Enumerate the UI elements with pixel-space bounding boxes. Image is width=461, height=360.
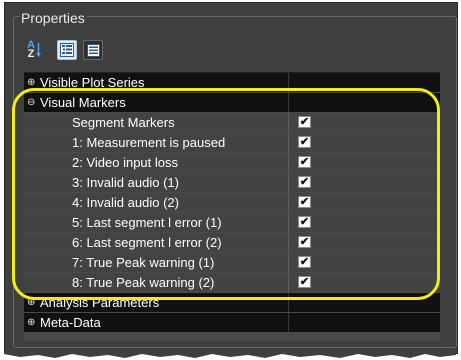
column-divider <box>288 313 289 332</box>
category-label: Meta-Data <box>40 315 101 330</box>
sort-alphabetical-button[interactable]: A Z <box>24 40 44 60</box>
expand-icon[interactable]: ⊕ <box>27 318 36 328</box>
sort-az-icon: A Z <box>27 39 35 60</box>
panel-title: Properties <box>19 9 87 27</box>
category-meta-data[interactable]: ⊕ Meta-Data <box>24 313 440 332</box>
alphabetical-view-button[interactable] <box>83 40 103 60</box>
alphabetical-icon <box>86 43 100 57</box>
annotation-highlight <box>12 88 440 300</box>
expand-icon[interactable]: ⊕ <box>27 78 36 88</box>
categorized-view-button[interactable] <box>57 40 77 60</box>
categorized-icon <box>60 43 74 57</box>
sort-arrow-icon <box>35 43 41 57</box>
torn-edge <box>4 352 456 358</box>
